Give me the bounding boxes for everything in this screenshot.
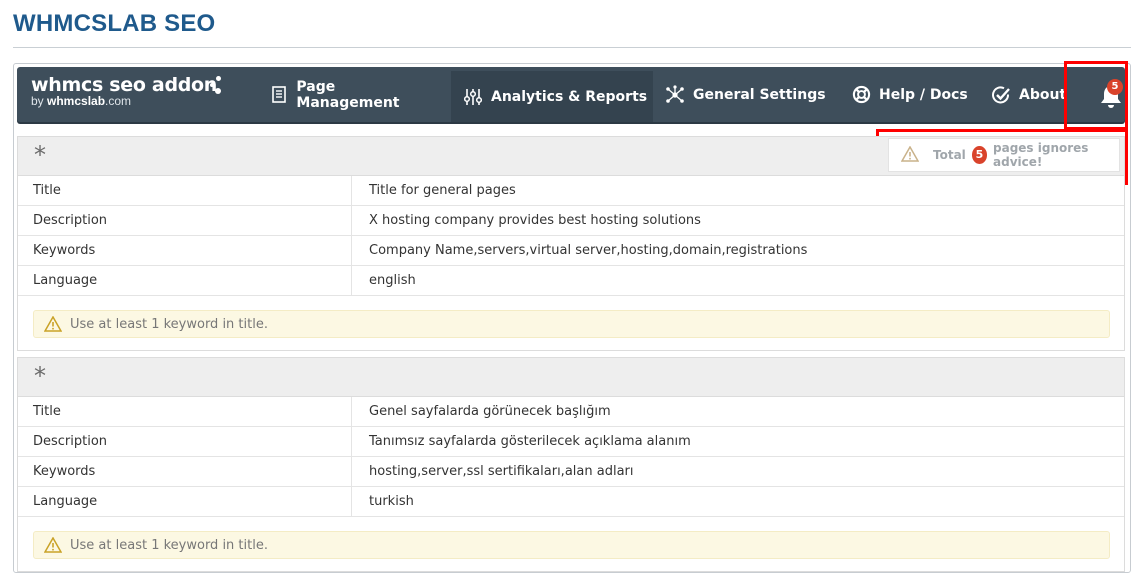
brand-dots-icon <box>207 76 223 96</box>
nav-page-management[interactable]: Page Management <box>269 67 439 122</box>
page-title: WHMCSLAB SEO <box>13 10 216 37</box>
table-row: Language turkish <box>18 487 1124 517</box>
nav-about[interactable]: About <box>991 67 1071 122</box>
seo-panel: * Title Genel sayfalarda görünecek başlığ… <box>17 357 1125 572</box>
warning-alert: Use at least 1 keyword in title. <box>33 531 1110 559</box>
title-divider <box>13 47 1131 48</box>
table-row: Language english <box>18 266 1124 296</box>
document-list-icon <box>269 85 288 105</box>
warning-icon <box>900 144 920 165</box>
network-icon <box>665 84 685 105</box>
brand-name: whmcs seo addon <box>31 74 218 96</box>
panel-footer: Use at least 1 keyword in title. <box>18 517 1124 571</box>
lifebuoy-icon <box>851 85 871 105</box>
nav-label: Analytics & Reports <box>491 88 648 105</box>
sliders-icon <box>463 87 483 107</box>
table-row: Title Genel sayfalarda görünecek başlığım <box>18 397 1124 427</box>
brand-byline: by whmcslab.com <box>31 94 132 108</box>
tip-count-badge: 5 <box>971 146 988 164</box>
warning-text: Use at least 1 keyword in title. <box>70 316 268 332</box>
tip-prefix: Total <box>933 148 966 162</box>
warning-text: Use at least 1 keyword in title. <box>70 537 268 553</box>
warning-icon <box>44 316 62 332</box>
table-row: Description X hosting company provides be… <box>18 206 1124 236</box>
check-circle-icon <box>991 85 1011 105</box>
nav-analytics-reports[interactable]: Analytics & Reports <box>451 71 653 122</box>
top-navbar: whmcs seo addon by whmcslab.com Page Man… <box>17 67 1125 122</box>
nav-help-docs[interactable]: Help / Docs <box>851 67 971 122</box>
panel-heading: * <box>34 141 46 169</box>
warning-icon <box>44 537 62 553</box>
notification-tip[interactable]: Total 5 pages ignores advice! <box>888 138 1120 172</box>
panel-footer: Use at least 1 keyword in title. <box>18 296 1124 350</box>
brand-logo[interactable]: whmcs seo addon by whmcslab.com <box>31 74 221 108</box>
tip-suffix: pages ignores advice! <box>993 141 1089 169</box>
panel-heading: * <box>34 362 46 390</box>
table-row: Keywords Company Name,servers,virtual ser… <box>18 236 1124 266</box>
warning-alert: Use at least 1 keyword in title. <box>33 310 1110 338</box>
table-row: Description Tanımsız sayfalarda gösterile… <box>18 427 1124 457</box>
nav-label: Help / Docs <box>879 86 968 103</box>
nav-label: About <box>1019 86 1067 103</box>
panel-header: * <box>18 358 1124 397</box>
nav-label: Page Management <box>296 78 400 111</box>
table-row: Keywords hosting,server,ssl sertifikaları… <box>18 457 1124 487</box>
nav-label: General Settings <box>693 86 826 103</box>
nav-general-settings[interactable]: General Settings <box>665 67 835 122</box>
bell-highlight-box <box>1064 61 1128 130</box>
table-row: Title Title for general pages <box>18 176 1124 206</box>
